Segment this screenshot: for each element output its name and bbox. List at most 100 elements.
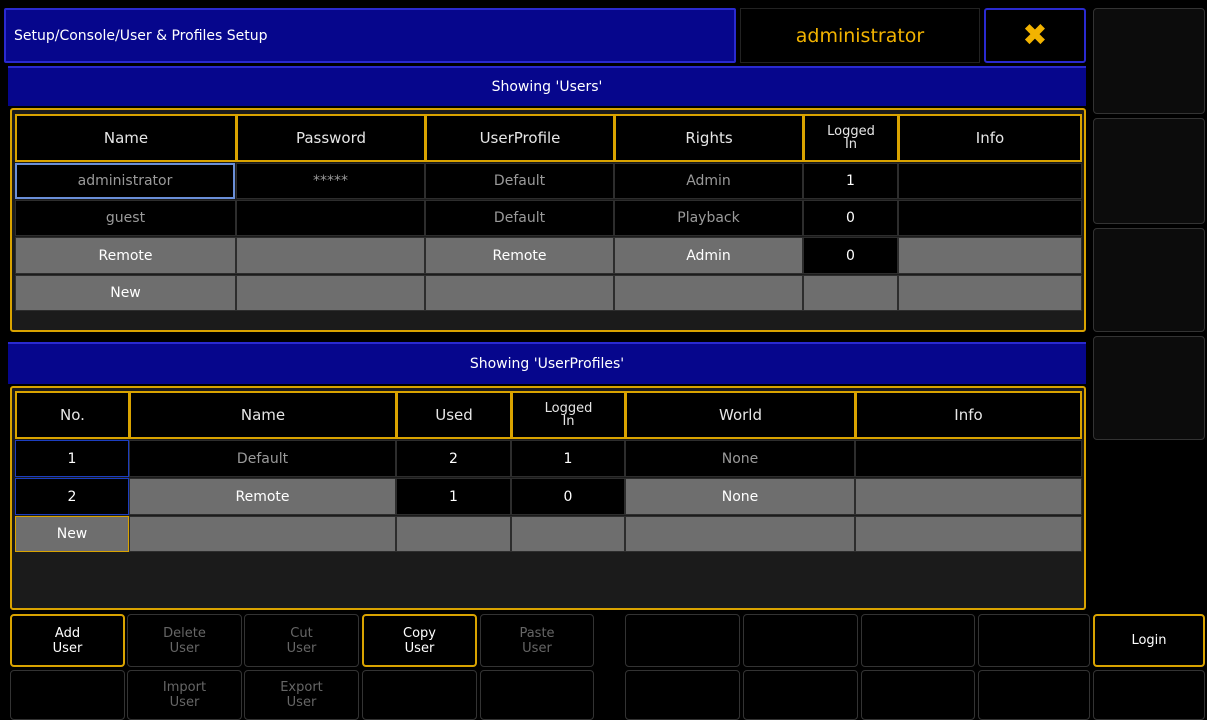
window-title: Setup/Console/User & Profiles Setup	[14, 27, 268, 44]
user-name-cell[interactable]: administrator	[15, 163, 235, 199]
user-password-cell[interactable]: *****	[236, 163, 425, 199]
new-user-cell[interactable]: New	[15, 275, 236, 311]
paste-user-button[interactable]: Paste User	[480, 614, 594, 667]
profile-used-cell[interactable]: 2	[396, 440, 511, 477]
side-button[interactable]	[1093, 336, 1205, 440]
empty-button[interactable]	[861, 614, 975, 667]
user-logged-in-cell[interactable]: 0	[803, 237, 898, 274]
delete-user-button[interactable]: Delete User	[127, 614, 242, 667]
user-password-cell[interactable]	[236, 275, 425, 311]
user-profile-cell[interactable]: Default	[425, 200, 614, 236]
user-logged-in-cell[interactable]	[803, 275, 898, 311]
empty-button[interactable]	[625, 670, 740, 720]
export-label: Export	[280, 680, 323, 695]
side-button[interactable]	[1093, 118, 1205, 224]
export-user-button[interactable]: Export User	[244, 670, 359, 720]
profiles-col-logged-in[interactable]: Logged In	[511, 391, 626, 439]
empty-button[interactable]	[625, 614, 740, 667]
profile-logged-in-cell[interactable]	[511, 516, 625, 552]
user-label: User	[286, 640, 317, 656]
add-user-button[interactable]: Add User	[10, 614, 125, 667]
new-profile-cell[interactable]: New	[15, 516, 129, 552]
side-button[interactable]	[1093, 228, 1205, 332]
profiles-col-used[interactable]: Used	[396, 391, 512, 439]
profile-logged-in-cell[interactable]: 1	[511, 440, 625, 477]
copy-user-button[interactable]: Copy User	[362, 614, 477, 667]
profile-world-cell[interactable]	[625, 516, 855, 552]
copy-label: Copy	[403, 625, 436, 641]
empty-button[interactable]	[978, 614, 1090, 667]
user-profile-cell[interactable]: Default	[425, 163, 614, 199]
close-button[interactable]: ✖	[984, 8, 1086, 63]
user-rights-cell[interactable]: Admin	[614, 237, 803, 274]
login-button[interactable]: Login	[1093, 614, 1205, 667]
user-label: User	[169, 640, 200, 656]
profile-no-cell[interactable]: 1	[15, 440, 129, 477]
users-col-name[interactable]: Name	[15, 114, 237, 162]
profile-logged-in-cell[interactable]: 0	[511, 478, 625, 515]
profiles-col-no[interactable]: No.	[15, 391, 130, 439]
profile-name-cell[interactable]: Remote	[129, 478, 396, 515]
profiles-section-header: Showing 'UserProfiles'	[8, 342, 1086, 384]
user-label: User	[404, 640, 435, 656]
title-bar: Setup/Console/User & Profiles Setup	[4, 8, 736, 63]
profile-name-cell[interactable]	[129, 516, 396, 552]
empty-button[interactable]	[743, 670, 858, 720]
in-label: In	[562, 414, 575, 429]
profile-used-cell[interactable]: 1	[396, 478, 511, 515]
users-col-rights[interactable]: Rights	[614, 114, 804, 162]
user-logged-in-cell[interactable]: 0	[803, 200, 898, 236]
profile-name-cell[interactable]: Default	[129, 440, 396, 477]
user-logged-in-cell[interactable]: 1	[803, 163, 898, 199]
empty-button[interactable]	[10, 670, 125, 720]
user-rights-cell[interactable]	[614, 275, 803, 311]
users-col-logged-in[interactable]: Logged In	[803, 114, 899, 162]
profile-used-cell[interactable]	[396, 516, 511, 552]
empty-button[interactable]	[480, 670, 594, 720]
user-name-cell[interactable]: Remote	[15, 237, 236, 274]
users-col-info[interactable]: Info	[898, 114, 1082, 162]
profile-world-cell[interactable]: None	[625, 440, 855, 477]
user-label: User	[52, 640, 83, 656]
side-button[interactable]	[1093, 8, 1205, 114]
users-section-header: Showing 'Users'	[8, 66, 1086, 106]
user-label: User	[522, 640, 552, 656]
add-label: Add	[54, 625, 81, 641]
empty-button[interactable]	[362, 670, 477, 720]
in-label: In	[844, 137, 858, 152]
delete-label: Delete	[163, 625, 206, 641]
user-name-cell[interactable]: guest	[15, 200, 236, 236]
user-password-cell[interactable]	[236, 200, 425, 236]
empty-button[interactable]	[1093, 670, 1205, 720]
user-profile-cell[interactable]: Remote	[425, 237, 614, 274]
user-info-cell[interactable]	[898, 275, 1082, 311]
current-user[interactable]: administrator	[740, 8, 980, 63]
empty-button[interactable]	[861, 670, 975, 720]
profile-info-cell[interactable]	[855, 440, 1082, 477]
user-info-cell[interactable]	[898, 163, 1082, 199]
cut-label: Cut	[290, 625, 313, 641]
profiles-col-info[interactable]: Info	[855, 391, 1082, 439]
user-profile-cell[interactable]	[425, 275, 614, 311]
profile-info-cell[interactable]	[855, 516, 1082, 552]
import-label: Import	[162, 680, 207, 695]
user-rights-cell[interactable]: Playback	[614, 200, 803, 236]
profile-world-cell[interactable]: None	[625, 478, 855, 515]
user-password-cell[interactable]	[236, 237, 425, 274]
empty-button[interactable]	[978, 670, 1090, 720]
cut-user-button[interactable]: Cut User	[244, 614, 359, 667]
import-user-button[interactable]: Import User	[127, 670, 242, 720]
profile-info-cell[interactable]	[855, 478, 1082, 515]
close-icon: ✖	[1022, 18, 1048, 53]
user-info-cell[interactable]	[898, 200, 1082, 236]
user-rights-cell[interactable]: Admin	[614, 163, 803, 199]
profiles-col-name[interactable]: Name	[129, 391, 397, 439]
profiles-col-world[interactable]: World	[625, 391, 856, 439]
user-info-cell[interactable]	[898, 237, 1082, 274]
users-col-userprofile[interactable]: UserProfile	[425, 114, 615, 162]
empty-button[interactable]	[743, 614, 858, 667]
paste-label: Paste	[519, 625, 555, 641]
user-label: User	[286, 695, 317, 710]
users-col-password[interactable]: Password	[236, 114, 426, 162]
profile-no-cell[interactable]: 2	[15, 478, 129, 515]
